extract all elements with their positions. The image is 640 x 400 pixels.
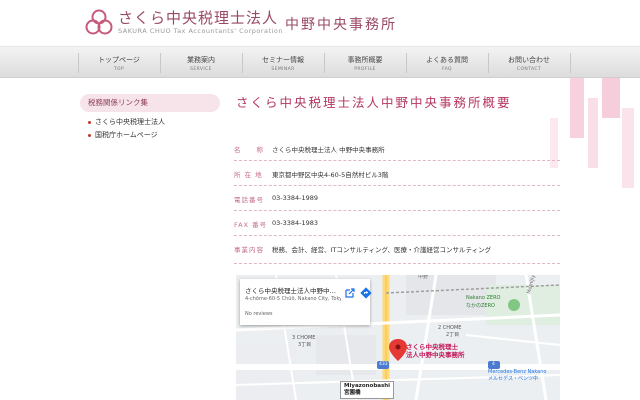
map-place-name[interactable]: さくら中央税理士法人中野中央事務所 bbox=[245, 285, 341, 295]
map-label-3chome-jp: 3丁目 bbox=[298, 342, 312, 348]
nav-sublabel: CONTACT bbox=[516, 67, 542, 72]
road-marker-433: 433 bbox=[379, 362, 388, 367]
profile-row-fax: FAX 番号 03-3384-1983 bbox=[234, 211, 560, 236]
map-place-card[interactable]: さくら中央税理士法人中野中央事務所 4-chōme-60-5 Chūō, Nak… bbox=[240, 279, 372, 325]
row-label: 名 称 bbox=[234, 146, 264, 154]
station-name-en: Miyazonobashi bbox=[344, 383, 391, 389]
embedded-map[interactable]: さくら中央税理士法人中野中央事務所 4-chōme-60-5 Chūō, Nak… bbox=[236, 275, 560, 400]
nav-label: セミナー情報 bbox=[262, 56, 304, 64]
nav-item-service[interactable]: 業務案内 SERVICE bbox=[160, 47, 242, 78]
profile-table: 名 称 さくら中央税理士法人 中野中央事務所 所 在 地 東京都中野区中央4-6… bbox=[234, 136, 560, 264]
nav-label: 業務案内 bbox=[187, 56, 215, 64]
nav-label: 事務所概要 bbox=[347, 56, 383, 64]
nav-item-top[interactable]: トップページ TOP bbox=[78, 47, 160, 78]
site-header: さくら中央税理士法人 SAKURA CHUO Tax Accountants' … bbox=[0, 0, 640, 46]
row-value: 税務、会計、経営、ITコンサルティング、医療・介護経営コンサルティング bbox=[272, 246, 492, 254]
station-label: Miyazonobashi 宮園橋 bbox=[340, 381, 395, 399]
profile-row-address: 所 在 地 東京都中野区中央4-60-5自然村ビル3階 bbox=[234, 161, 560, 186]
nav-item-faq[interactable]: よくある質問 FAQ bbox=[406, 47, 488, 78]
brand-subtitle: SAKURA CHUO Tax Accountants' Corporation bbox=[118, 27, 283, 35]
pin-label-line-2: 法人中野中央事務所 bbox=[406, 351, 465, 359]
row-value: さくら中央税理士法人 中野中央事務所 bbox=[272, 146, 385, 154]
nav-label: トップページ bbox=[98, 56, 140, 64]
global-nav: トップページ TOP 業務案内 SERVICE セミナー情報 SEMINAR 事… bbox=[0, 46, 640, 78]
map-reviews[interactable]: No reviews bbox=[245, 311, 273, 317]
nav-sublabel: SERVICE bbox=[190, 67, 212, 72]
sidebar-link-nta[interactable]: 国税庁ホームページ bbox=[88, 129, 165, 142]
directions-icon[interactable] bbox=[360, 287, 372, 299]
pin-label-line-1: さくら中央税理士 bbox=[406, 343, 458, 351]
nav-sublabel: PROFILE bbox=[354, 67, 376, 72]
profile-row-phone: 電話番号 03-3384-1989 bbox=[234, 186, 560, 211]
nav-sublabel: TOP bbox=[113, 67, 125, 72]
map-label-nakano-zero-jp: なかのZERO bbox=[466, 303, 495, 309]
page: さくら中央税理士法人 SAKURA CHUO Tax Accountants' … bbox=[0, 0, 640, 400]
profile-row-name: 名 称 さくら中央税理士法人 中野中央事務所 bbox=[234, 136, 560, 161]
row-value: 03-3384-1983 bbox=[272, 219, 319, 227]
row-value: 東京都中野区中央4-60-5自然村ビル3階 bbox=[272, 171, 389, 179]
sidebar-links: さくら中央税理士法人 国税庁ホームページ bbox=[88, 116, 165, 142]
nav-item-seminar[interactable]: セミナー情報 SEMINAR bbox=[242, 47, 324, 78]
map-place-address: 4-chōme-60-5 Chūō, Nakano City, Tokyo bbox=[245, 296, 341, 302]
row-value: 03-3384-1989 bbox=[272, 194, 319, 202]
sidebar-title: 税務関係リンク集 bbox=[80, 94, 220, 112]
nav-sublabel: FAQ bbox=[442, 67, 452, 72]
page-title: さくら中央税理士法人中野中央事務所概要 bbox=[236, 95, 512, 110]
station-name-jp: 宮園橋 bbox=[344, 390, 361, 396]
row-label: 所 在 地 bbox=[234, 171, 263, 179]
open-in-new-icon[interactable] bbox=[344, 287, 356, 299]
nav-label: よくある質問 bbox=[426, 56, 468, 64]
map-pin-label[interactable]: さくら中央税理士 法人中野中央事務所 bbox=[406, 343, 465, 359]
row-label: FAX 番号 bbox=[234, 221, 268, 229]
row-label: 事業内容 bbox=[234, 246, 264, 254]
road-marker-4: 4 bbox=[492, 362, 495, 367]
map-label-2chome-jp: 2丁目 bbox=[446, 332, 460, 338]
nav-divider bbox=[570, 53, 571, 73]
nav-sublabel: SEMINAR bbox=[271, 67, 295, 72]
profile-row-business: 事業内容 税務、会計、経営、ITコンサルティング、医療・介護経営コンサルティング bbox=[234, 236, 560, 264]
sidebar-link-sakura[interactable]: さくら中央税理士法人 bbox=[88, 116, 165, 129]
map-label-nakano: 中野 bbox=[418, 275, 429, 280]
nav-item-profile[interactable]: 事務所概要 PROFILE bbox=[324, 47, 406, 78]
office-name: 中野中央事務所 bbox=[285, 17, 397, 33]
sakura-logo-icon[interactable] bbox=[84, 8, 114, 38]
map-label-mercedes-jp: メルセデス・ベンツ中 bbox=[488, 376, 539, 382]
brand-name[interactable]: さくら中央税理士法人 bbox=[118, 7, 278, 28]
row-label: 電話番号 bbox=[234, 196, 264, 204]
nav-label: お問い合わせ bbox=[508, 56, 550, 64]
nav-item-contact[interactable]: お問い合わせ CONTACT bbox=[488, 47, 570, 78]
map-label-nakano-zero: Nakano ZERO bbox=[466, 295, 501, 301]
